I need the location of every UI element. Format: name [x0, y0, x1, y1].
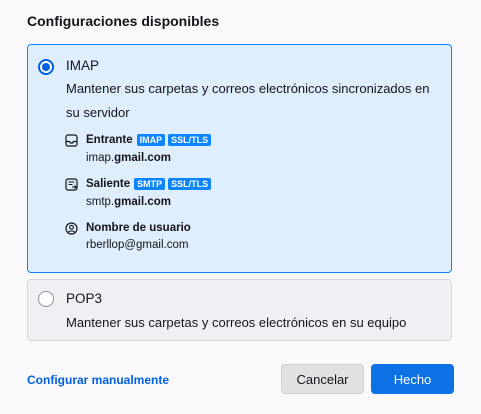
imap-title: IMAP: [66, 58, 100, 73]
pop3-radio[interactable]: [38, 291, 54, 307]
username-row: Nombre de usuario: [64, 219, 195, 237]
imap-radio[interactable]: [38, 59, 54, 75]
incoming-security-badge: SSL/TLS: [168, 134, 212, 146]
outgoing-label: Saliente: [86, 178, 131, 190]
incoming-label: Entrante: [86, 134, 133, 146]
username-value: rberllop@gmail.com: [86, 239, 189, 251]
pop3-title: POP3: [66, 291, 103, 306]
user-icon: [64, 221, 78, 235]
outgoing-protocol-badge: SMTP: [134, 178, 166, 190]
username-label: Nombre de usuario: [86, 222, 191, 234]
imap-option[interactable]: IMAP Mantener sus carpetas y correos ele…: [27, 44, 452, 273]
outgoing-security-badge: SSL/TLS: [168, 178, 212, 190]
configure-manually-link[interactable]: Configurar manualmente: [27, 373, 169, 387]
done-button[interactable]: Hecho: [371, 364, 454, 394]
inbox-icon: [64, 133, 78, 147]
page-title: Configuraciones disponibles: [27, 13, 220, 29]
pop3-option[interactable]: POP3 Mantener sus carpetas y correos ele…: [27, 279, 452, 341]
incoming-server-row: Entrante IMAP SSL/TLS: [64, 131, 214, 149]
pop3-description: Mantener sus carpetas y correos electrón…: [66, 315, 407, 330]
cancel-button[interactable]: Cancelar: [281, 364, 364, 394]
incoming-protocol-badge: IMAP: [136, 134, 166, 146]
imap-description: Mantener sus carpetas y correos electrón…: [66, 81, 430, 120]
incoming-host: imap.gmail.com: [86, 152, 172, 164]
outgoing-server-row: Saliente SMTP SSL/TLS: [64, 175, 214, 193]
outbox-icon: [64, 177, 78, 191]
outgoing-host: smtp.gmail.com: [86, 196, 172, 208]
